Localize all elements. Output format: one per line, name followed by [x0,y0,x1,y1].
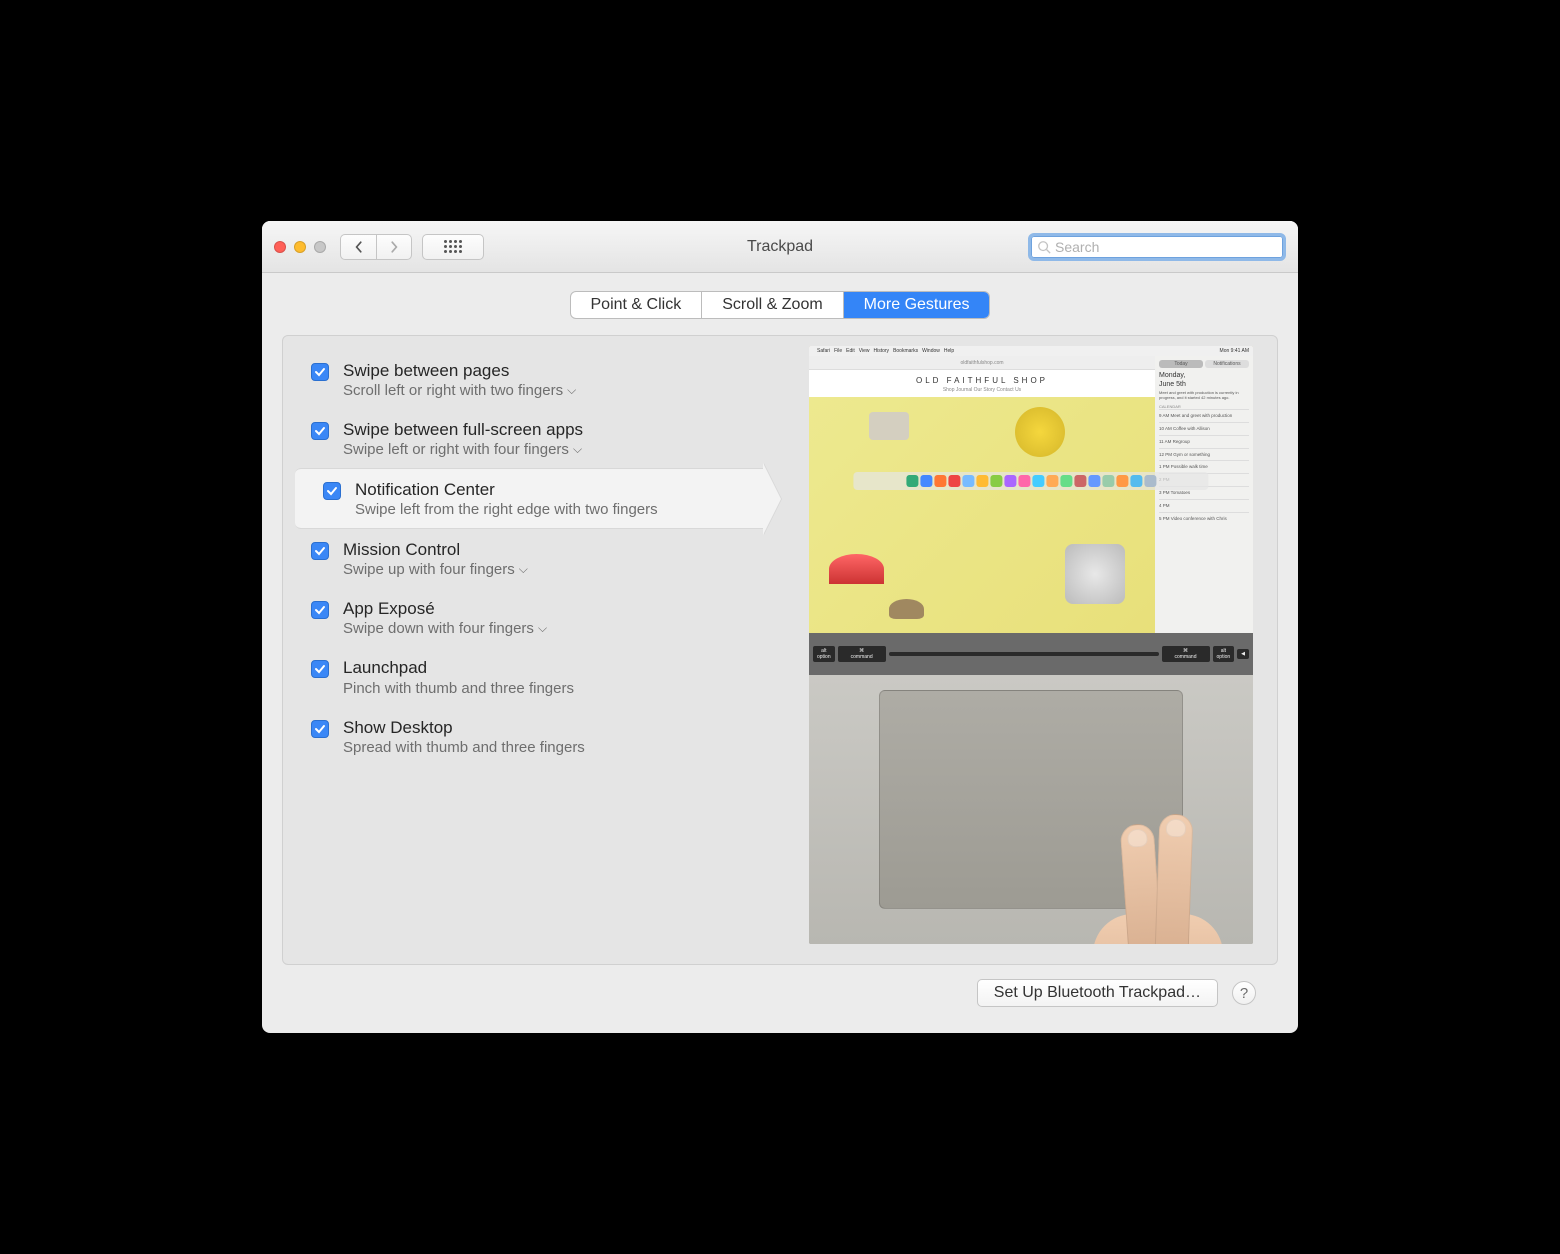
preview-screen: Safari File Edit View History Bookmarks … [809,346,1253,633]
search-input[interactable] [1055,239,1277,255]
option-title: Swipe between pages [343,360,576,382]
search-field[interactable] [1028,233,1286,261]
help-button[interactable]: ? [1232,981,1256,1005]
option-title: Launchpad [343,657,574,679]
check-icon [314,545,326,557]
option-mission-control[interactable]: Mission Control Swipe up with four finge… [283,529,763,588]
option-show-desktop[interactable]: Show Desktop Spread with thumb and three… [283,707,763,766]
option-subtitle: Swipe left from the right edge with two … [355,501,658,518]
preview-menubar: Safari File Edit View History Bookmarks … [809,346,1253,356]
nav-buttons [340,234,412,260]
option-title: Swipe between full-screen apps [343,419,583,441]
chevron-left-icon [353,241,365,253]
preview-url-bar: oldfaithfulshop.com [809,356,1155,370]
chevron-down-icon: ⌵ [567,383,576,398]
titlebar: Trackpad [262,221,1298,273]
window-controls [274,241,326,253]
checkbox[interactable] [311,660,329,678]
minimize-window-button[interactable] [294,241,306,253]
option-subtitle-dropdown[interactable]: Swipe left or right with four fingers⌵ [343,441,583,458]
option-title: Show Desktop [343,717,585,739]
preview-product-icon [829,554,884,584]
preview-product-icon [869,412,909,440]
show-all-button[interactable] [422,234,484,260]
option-title: App Exposé [343,598,547,620]
checkbox[interactable] [311,363,329,381]
preview-notification-center: Today Notifications Monday, June 5th Mee… [1155,356,1253,633]
option-subtitle-dropdown[interactable]: Swipe up with four fingers⌵ [343,561,528,578]
check-icon [326,485,338,497]
option-title: Notification Center [355,479,658,501]
check-icon [314,366,326,378]
check-icon [314,425,326,437]
preview-product-icon [889,599,924,619]
chevron-down-icon: ⌵ [519,562,528,577]
setup-bluetooth-trackpad-button[interactable]: Set Up Bluetooth Trackpad… [977,979,1218,1007]
checkbox[interactable] [311,542,329,560]
option-notification-center[interactable]: Notification Center Swipe left from the … [295,468,763,529]
grid-icon [444,240,462,253]
option-swipe-pages[interactable]: Swipe between pages Scroll left or right… [283,350,763,409]
option-launchpad[interactable]: Launchpad Pinch with thumb and three fin… [283,647,763,706]
content-area: Point & Click Scroll & Zoom More Gesture… [262,273,1298,1033]
preview-trackpad-area [809,675,1253,944]
preview-product-icon [1065,544,1125,604]
footer: Set Up Bluetooth Trackpad… ? [282,965,1278,1021]
preview-shop-nav: Shop Journal Our Story Contact Us [809,387,1155,397]
settings-panel: Swipe between pages Scroll left or right… [282,335,1278,965]
forward-button[interactable] [376,234,412,260]
preview-shop-body [809,397,1155,634]
option-subtitle: Spread with thumb and three fingers [343,739,585,756]
checkbox[interactable] [311,720,329,738]
checkbox[interactable] [323,482,341,500]
close-window-button[interactable] [274,241,286,253]
tab-point-click[interactable]: Point & Click [571,292,703,318]
preview-hand-icon [1053,774,1233,944]
tab-bar: Point & Click Scroll & Zoom More Gesture… [570,291,991,319]
tab-scroll-zoom[interactable]: Scroll & Zoom [702,292,843,318]
back-button[interactable] [340,234,376,260]
option-app-expose[interactable]: App Exposé Swipe down with four fingers⌵ [283,588,763,647]
checkbox[interactable] [311,422,329,440]
chevron-down-icon: ⌵ [538,621,547,636]
gesture-preview: Safari File Edit View History Bookmarks … [809,346,1253,944]
option-title: Mission Control [343,539,528,561]
option-subtitle-dropdown[interactable]: Swipe down with four fingers⌵ [343,620,547,637]
tab-more-gestures[interactable]: More Gestures [844,292,990,318]
options-list: Swipe between pages Scroll left or right… [283,346,763,944]
option-subtitle: Pinch with thumb and three fingers [343,680,574,697]
chevron-right-icon [388,241,400,253]
preview-dock [853,472,1208,490]
option-swipe-fullscreen[interactable]: Swipe between full-screen apps Swipe lef… [283,409,763,468]
preview-shop-title: OLD FAITHFUL SHOP [809,370,1155,387]
preview-browser: oldfaithfulshop.com OLD FAITHFUL SHOP Sh… [809,356,1155,633]
chevron-down-icon: ⌵ [573,442,582,457]
zoom-window-button[interactable] [314,241,326,253]
preview-product-icon [1015,407,1065,457]
checkbox[interactable] [311,601,329,619]
preferences-window: Trackpad Point & Click Scroll & Zoom Mor… [262,221,1298,1033]
check-icon [314,604,326,616]
search-icon [1037,240,1051,254]
check-icon [314,723,326,735]
preview-keyboard: altoption ⌘command ⌘command altoption ◀ [809,633,1253,675]
option-subtitle-dropdown[interactable]: Scroll left or right with two fingers⌵ [343,382,576,399]
check-icon [314,663,326,675]
